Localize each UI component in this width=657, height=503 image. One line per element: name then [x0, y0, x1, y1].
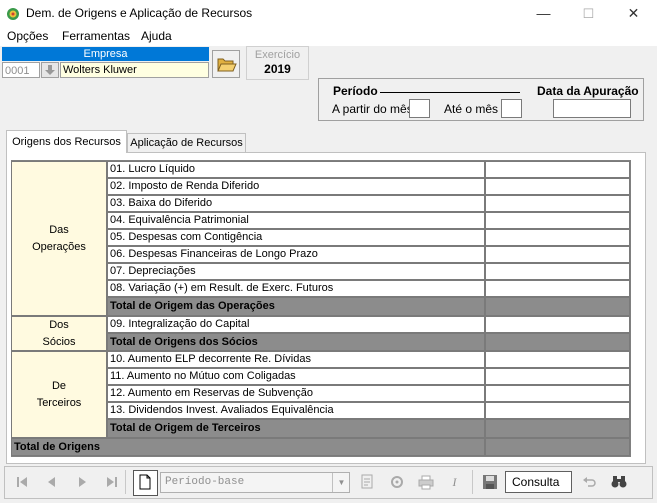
empresa-lookup-button[interactable]	[41, 62, 59, 78]
prev-record-icon	[47, 477, 55, 487]
group-socios-line1: Dos	[49, 318, 69, 331]
value-cell[interactable]	[485, 161, 630, 178]
new-document-button[interactable]	[133, 470, 158, 496]
group-terceiros-line1: De	[51, 379, 67, 392]
new-document-icon	[139, 474, 151, 490]
value-cell[interactable]	[485, 316, 630, 333]
ate-mes-label: Até o mês	[444, 102, 499, 116]
app-icon	[7, 8, 19, 20]
toolbar-separator	[472, 470, 473, 494]
menu-ajuda[interactable]: Ajuda	[141, 29, 172, 43]
maximize-button[interactable]: ☐	[566, 0, 611, 27]
a-partir-mes-input[interactable]	[409, 99, 430, 118]
next-record-icon	[78, 477, 86, 487]
chevron-down-icon[interactable]: ▼	[332, 473, 350, 492]
data-apuracao-label: Data da Apuração	[537, 84, 639, 98]
gear-icon	[390, 476, 403, 488]
group-operacoes: Das Operações	[11, 161, 107, 316]
save-icon	[482, 475, 497, 489]
toolbar-separator	[125, 470, 126, 494]
table-row: 06. Despesas Financeiras de Longo Prazo	[107, 246, 485, 263]
nav-last-button[interactable]	[100, 470, 123, 494]
menu-ferramentas[interactable]: Ferramentas	[62, 29, 130, 43]
total-row-socios: Total de Origens dos Sócios	[107, 333, 485, 351]
table-row: 12. Aumento em Reservas de Subvenção	[107, 385, 485, 402]
search-button[interactable]	[607, 470, 630, 494]
group-operacoes-line2: Operações	[32, 240, 86, 253]
grand-total-row: Total de Origens	[11, 438, 485, 456]
periodo-divider	[380, 92, 520, 93]
group-operacoes-line1: Das	[49, 223, 69, 236]
table-row: 02. Imposto de Renda Diferido	[107, 178, 485, 195]
first-record-icon	[16, 477, 27, 487]
grand-total-value	[485, 438, 630, 456]
table-row: 01. Lucro Líquido	[107, 161, 485, 178]
arrow-down-icon	[45, 65, 55, 75]
folder-open-icon	[217, 58, 237, 72]
last-record-icon	[106, 477, 117, 487]
print-button[interactable]	[414, 470, 437, 494]
value-cell[interactable]	[485, 385, 630, 402]
nav-prev-button[interactable]	[40, 470, 63, 494]
total-value-terceiros	[485, 419, 630, 438]
value-cell[interactable]	[485, 246, 630, 263]
group-terceiros: De Terceiros	[11, 351, 107, 438]
tab-aplicacao-recursos[interactable]: Aplicação de Recursos	[127, 133, 246, 152]
empresa-header: Empresa	[2, 47, 209, 61]
table-row: 08. Variação (+) em Result. de Exerc. Fu…	[107, 280, 485, 297]
group-socios: Dos Sócios	[11, 316, 107, 351]
window-title: Dem. de Origens e Aplicação de Recursos	[26, 6, 253, 20]
periodo-base-select[interactable]: Período-base	[160, 472, 350, 493]
value-cell[interactable]	[485, 229, 630, 246]
exercicio-value: 2019	[264, 62, 291, 76]
value-cell[interactable]	[485, 351, 630, 368]
value-cell[interactable]	[485, 368, 630, 385]
total-value-socios	[485, 333, 630, 351]
nav-next-button[interactable]	[70, 470, 93, 494]
consulta-mode-field[interactable]: Consulta	[505, 471, 572, 493]
value-cell[interactable]	[485, 212, 630, 229]
group-terceiros-line2: Terceiros	[36, 396, 82, 409]
printer-icon	[418, 475, 433, 490]
nav-first-button[interactable]	[10, 470, 33, 494]
table-row: 05. Despesas com Contigência	[107, 229, 485, 246]
group-socios-line2: Sócios	[42, 335, 76, 348]
table-row: 04. Equivalência Patrimonial	[107, 212, 485, 229]
total-row-operacoes: Total de Origem das Operações	[107, 297, 485, 316]
periodo-label: Período	[333, 84, 378, 98]
a-partir-label: A partir do mês	[332, 102, 413, 116]
report-icon	[361, 474, 372, 489]
table-row: 11. Aumento no Mútuo com Coligadas	[107, 368, 485, 385]
undo-button[interactable]	[578, 470, 601, 494]
open-folder-button[interactable]	[212, 50, 240, 78]
total-row-terceiros: Total de Origem de Terceiros	[107, 419, 485, 438]
exercicio-label: Exercício	[254, 49, 301, 61]
empresa-code-field[interactable]: 0001	[2, 62, 40, 78]
value-cell[interactable]	[485, 263, 630, 280]
ate-mes-input[interactable]	[501, 99, 522, 118]
value-cell[interactable]	[485, 195, 630, 212]
report-button[interactable]	[356, 470, 379, 494]
table-row: 03. Baixa do Diferido	[107, 195, 485, 212]
settings-button[interactable]	[385, 470, 408, 494]
value-cell[interactable]	[485, 178, 630, 195]
minimize-button[interactable]: —	[521, 0, 566, 27]
save-button[interactable]	[478, 470, 501, 494]
table-row: 07. Depreciações	[107, 263, 485, 280]
table-row: 09. Integralização do Capital	[107, 316, 485, 333]
binoculars-icon	[611, 476, 626, 488]
value-cell[interactable]	[485, 280, 630, 297]
tab-origens-recursos[interactable]: Origens dos Recursos	[6, 130, 127, 153]
undo-icon	[582, 477, 596, 487]
table-row: 10. Aumento ELP decorrente Re. Dívidas	[107, 351, 485, 368]
total-value-operacoes	[485, 297, 630, 316]
close-button[interactable]: ✕	[611, 0, 656, 27]
empresa-name-field[interactable]: Wolters Kluwer	[60, 62, 209, 78]
menu-opcoes[interactable]: Opções	[7, 29, 48, 43]
table-row: 13. Dividendos Invest. Avaliados Equival…	[107, 402, 485, 419]
value-cell[interactable]	[485, 402, 630, 419]
italic-icon[interactable]: I	[443, 470, 466, 494]
data-apuracao-input[interactable]	[553, 99, 631, 118]
